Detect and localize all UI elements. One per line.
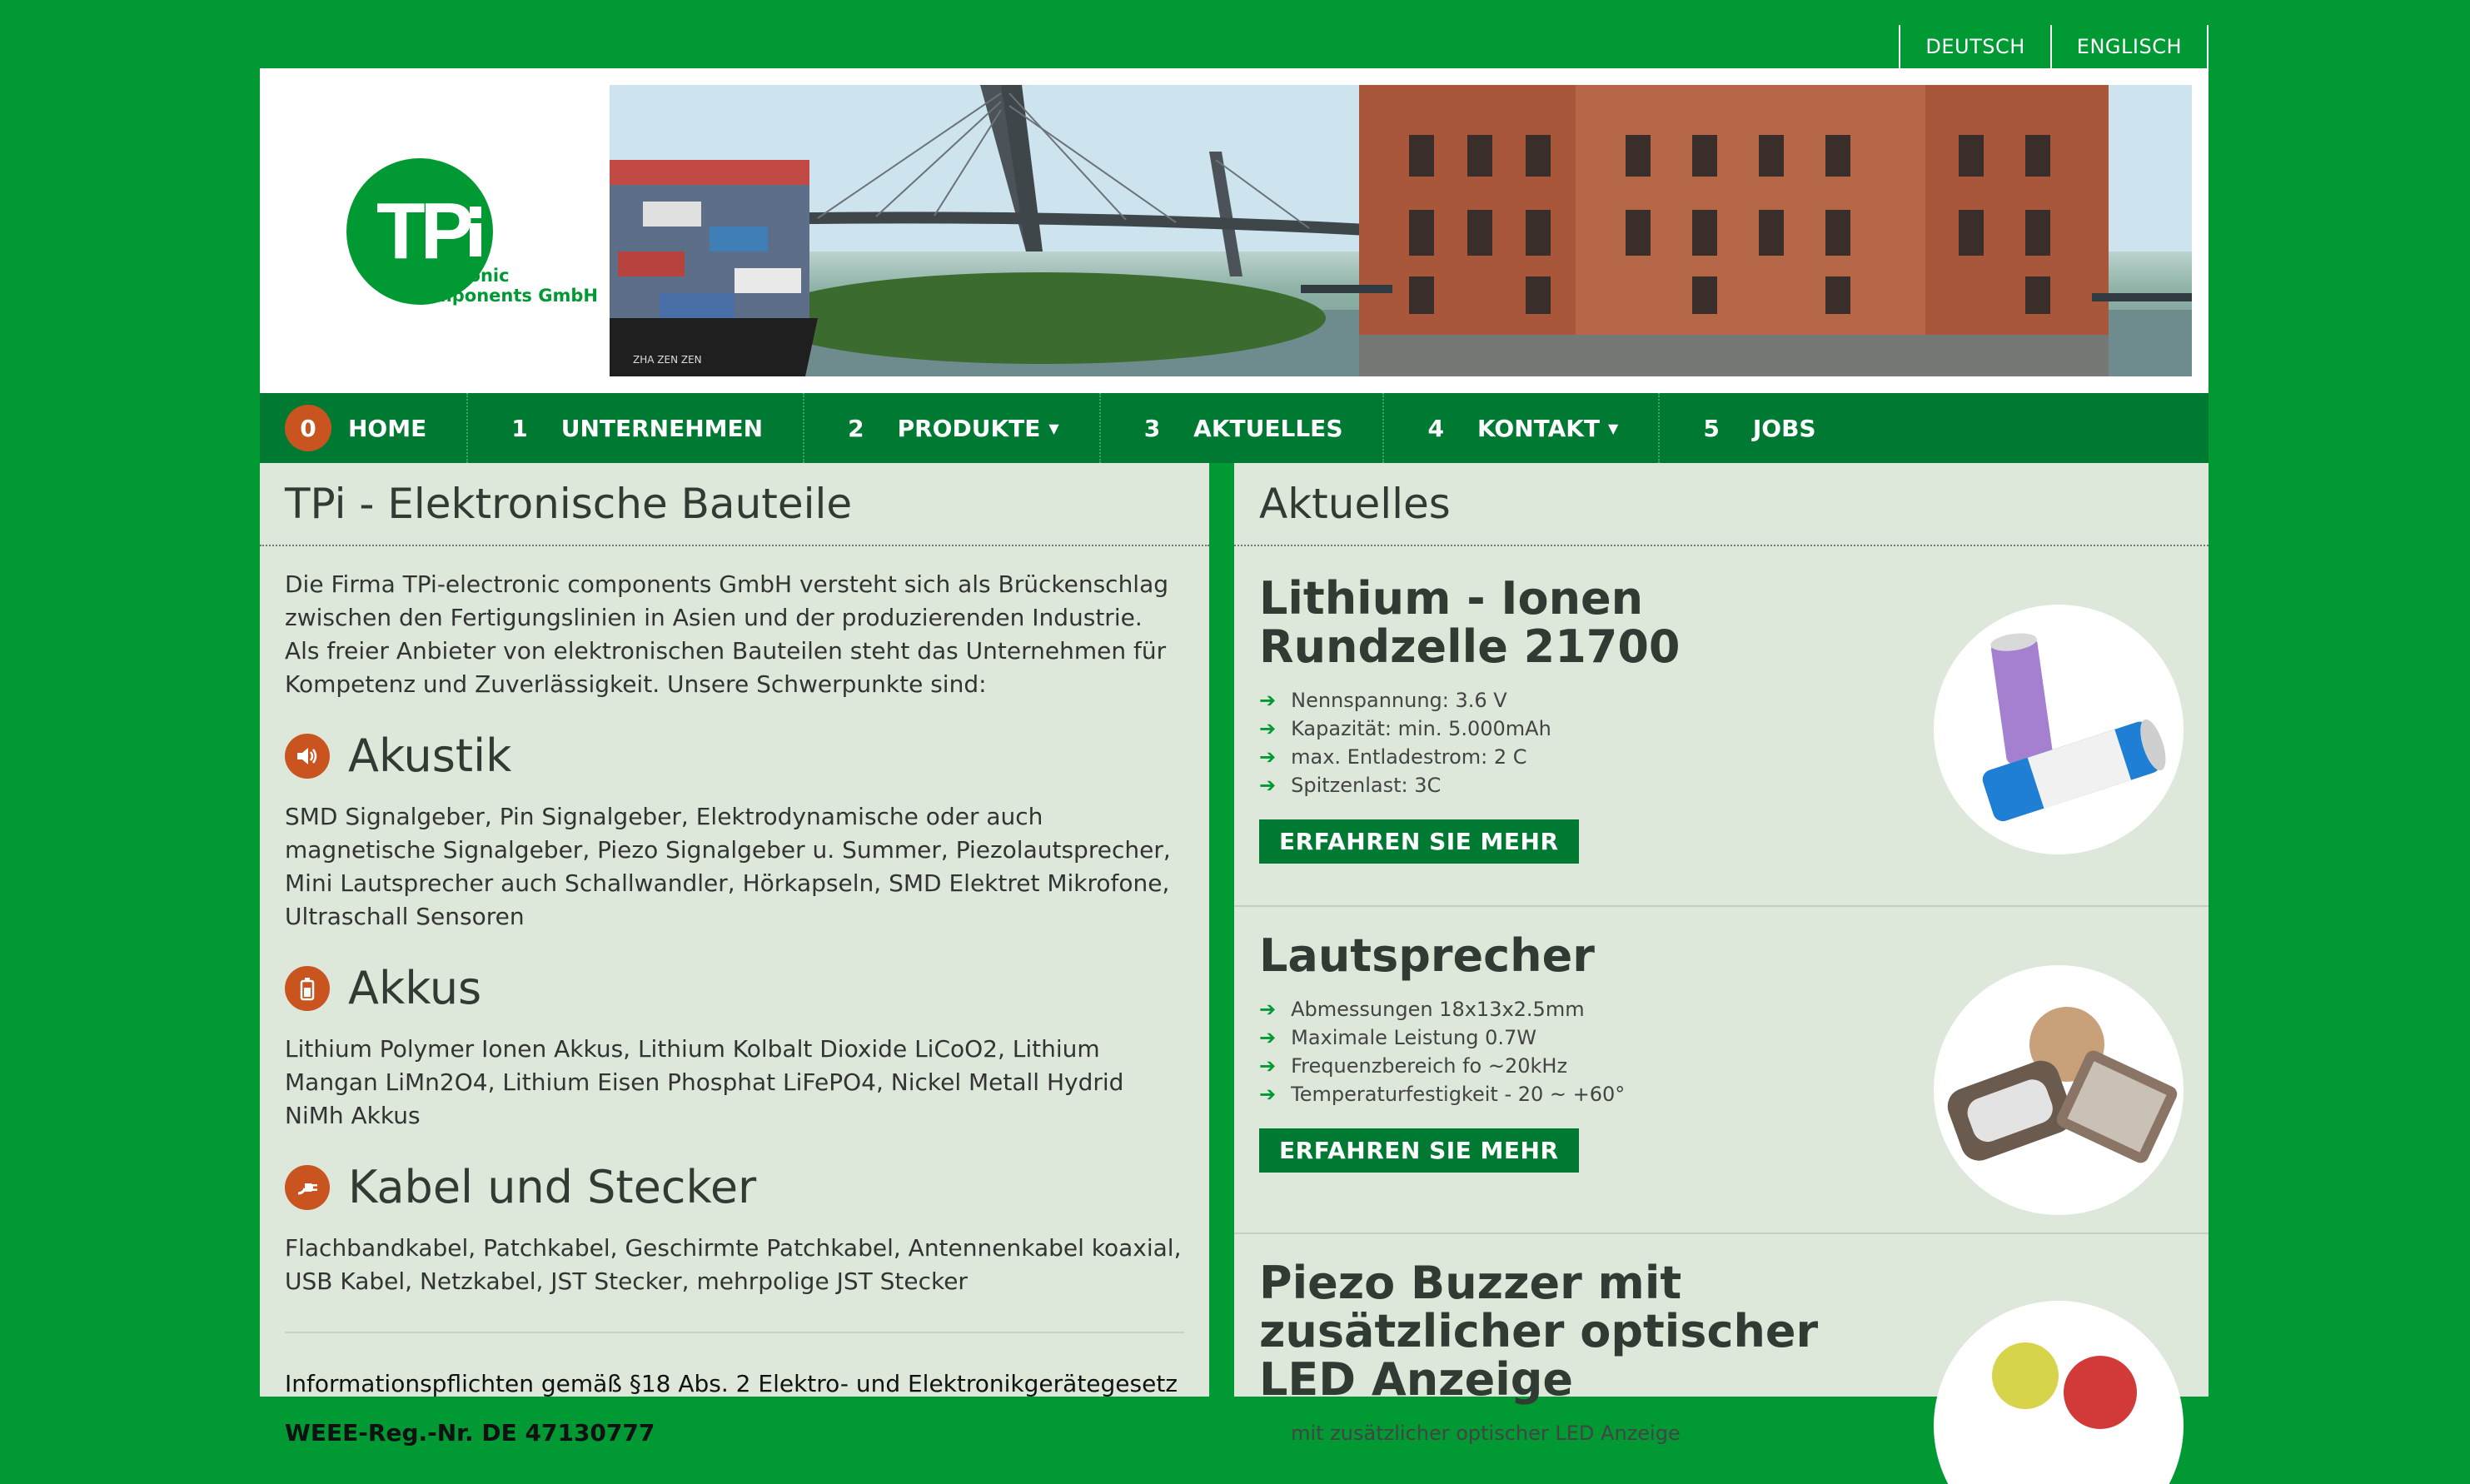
plug-icon [285, 1164, 330, 1210]
news-panel-title: Aktuelles [1234, 463, 2209, 546]
section-kabel-header: Kabel und Stecker [260, 1161, 1209, 1213]
buzzer-product-image[interactable] [1934, 1301, 2184, 1484]
nav-produkte[interactable]: 2 PRODUKTE ▼ [804, 393, 1101, 463]
section-akustik-title: Akustik [348, 730, 512, 782]
intro-text: Die Firma TPi-electronic components GmbH… [285, 570, 1169, 698]
header-banner-image: ZHA ZEN ZEN [610, 85, 2192, 376]
weee-registration: WEEE-Reg.-Nr. DE 47130777 [285, 1419, 655, 1447]
site-header: TP electronic components GmbH ZHA ZEN ZE… [260, 68, 2209, 393]
nav-produkte-number: 2 [848, 414, 864, 442]
nav-kontakt[interactable]: 4 KONTAKT ▼ [1384, 393, 1661, 463]
arrow-right-icon: ➔ [1259, 1083, 1277, 1106]
main-navigation: 0 HOME 1 UNTERNEHMEN 2 PRODUKTE ▼ 3 AKTU… [260, 393, 2209, 463]
arrow-right-icon: ➔ [1259, 745, 1277, 769]
nav-jobs[interactable]: 5 JOBS [1660, 393, 1855, 463]
nav-jobs-label: JOBS [1752, 414, 1816, 442]
arrow-right-icon: ➔ [1259, 1422, 1277, 1445]
arrow-right-icon: ➔ [1259, 1026, 1277, 1049]
nav-unternehmen[interactable]: 1 UNTERNEHMEN [468, 393, 805, 463]
news-item: Piezo Buzzer mit zusätzlicher optischer … [1234, 1234, 2209, 1484]
lang-deutsch-link[interactable]: DEUTSCH [1899, 25, 2049, 68]
nav-home[interactable]: 0 HOME [260, 393, 469, 463]
nav-aktuelles[interactable]: 3 AKTUELLES [1101, 393, 1385, 463]
arrow-right-icon: ➔ [1259, 774, 1277, 797]
intro-panel: TPi - Elektronische Bauteile Die Firma T… [260, 463, 1209, 1447]
caret-down-icon: ▼ [1048, 420, 1059, 436]
nav-home-label: HOME [348, 414, 427, 442]
learn-more-button[interactable]: ERFAHREN SIE MEHR [1259, 819, 1579, 864]
nav-jobs-number: 5 [1703, 414, 1720, 442]
svg-text:components GmbH: components GmbH [411, 286, 596, 306]
arrow-right-icon: ➔ [1259, 1054, 1277, 1078]
language-switcher: DEUTSCH ENGLISCH [1899, 25, 2209, 68]
nav-unternehmen-label: UNTERNEHMEN [560, 414, 764, 442]
nav-aktuelles-label: AKTUELLES [1193, 414, 1343, 442]
battery-product-image[interactable] [1934, 605, 2184, 854]
news-panel: Aktuelles Lithium - Ionen Rundzelle 2170… [1234, 463, 2209, 1484]
nav-aktuelles-number: 3 [1143, 414, 1161, 442]
speaker-icon [285, 733, 330, 779]
section-akustik-header: Akustik [260, 730, 1209, 782]
company-logo[interactable]: TP electronic components GmbH [346, 157, 598, 306]
learn-more-button[interactable]: ERFAHREN SIE MEHR [1259, 1128, 1579, 1173]
caret-down-icon: ▼ [1608, 420, 1619, 436]
info-text: Informationspflichten gemäß §18 Abs. 2 E… [285, 1370, 1178, 1397]
intro-title: TPi - Elektronische Bauteile [260, 463, 1209, 546]
page-wrapper: DEUTSCH ENGLISCH TP electronic component… [260, 0, 2209, 1484]
section-akustik-text: SMD Signalgeber, Pin Signalgeber, Elektr… [285, 803, 1171, 930]
svg-text:ZHA ZEN ZEN: ZHA ZEN ZEN [633, 354, 702, 366]
nav-unternehmen-number: 1 [511, 414, 528, 442]
arrow-right-icon: ➔ [1259, 717, 1277, 740]
nav-kontakt-label: KONTAKT [1477, 414, 1601, 442]
news-item: Lautsprecher ➔ Abmessungen 18x13x2.5mm ➔ M… [1234, 907, 2209, 1234]
lang-englisch-link[interactable]: ENGLISCH [2049, 25, 2209, 68]
battery-icon [285, 965, 330, 1011]
news-item: Lithium - Ionen Rundzelle 21700 ➔ Nennspa… [1234, 546, 2209, 907]
section-akkus-title: Akkus [348, 962, 482, 1014]
nav-kontakt-number: 4 [1427, 414, 1444, 442]
svg-text:TP: TP [376, 187, 471, 276]
arrow-right-icon: ➔ [1259, 689, 1277, 712]
nav-home-number-badge: 0 [285, 405, 331, 451]
nav-produkte-label: PRODUKTE [897, 414, 1041, 442]
tpi-logo-icon: TP electronic components GmbH [346, 158, 598, 306]
arrow-right-icon: ➔ [1259, 998, 1277, 1021]
section-kabel-title: Kabel und Stecker [348, 1161, 757, 1213]
section-akkus-text: Lithium Polymer Ionen Akkus, Lithium Kol… [285, 1035, 1124, 1129]
svg-text:electronic: electronic [411, 266, 510, 286]
section-akkus-header: Akkus [260, 962, 1209, 1014]
section-kabel-text: Flachbandkabel, Patchkabel, Geschirmte P… [285, 1234, 1182, 1295]
news-title[interactable]: Piezo Buzzer mit zusätzlicher optischer … [1259, 1259, 1909, 1404]
news-title[interactable]: Lithium - Ionen Rundzelle 21700 [1259, 575, 1859, 671]
speaker-product-image[interactable] [1934, 965, 2184, 1215]
